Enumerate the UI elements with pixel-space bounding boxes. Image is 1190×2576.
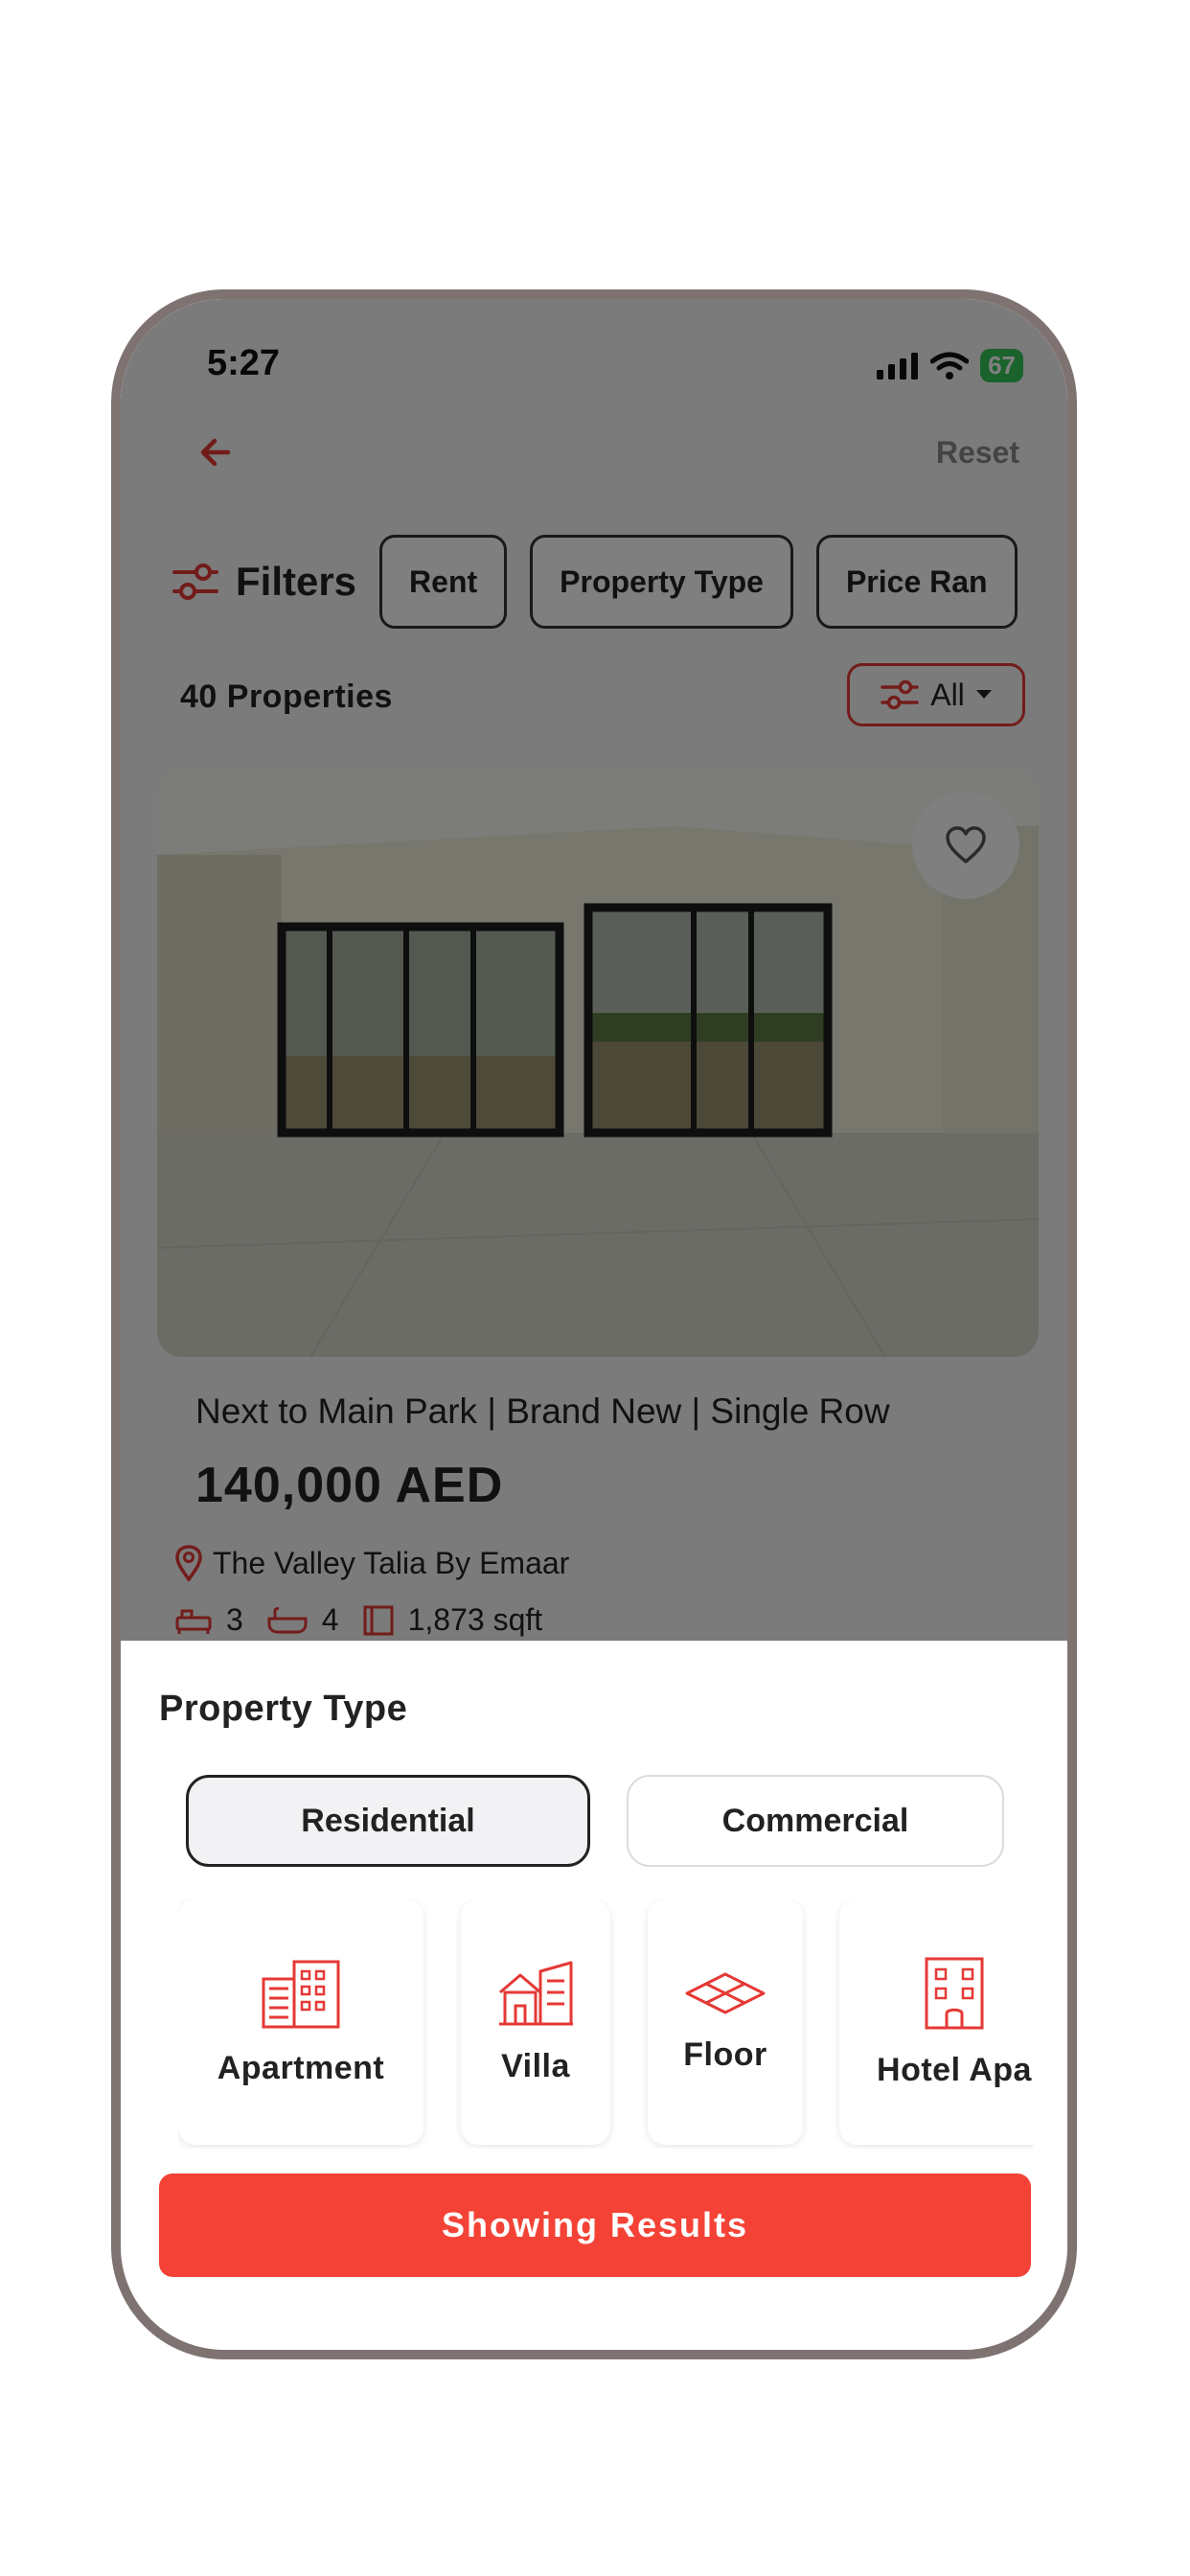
- property-type-list: Apartment Villa Floor Hotel Apa: [178, 1899, 1033, 2149]
- hotel-apartment-icon: [925, 1957, 984, 2029]
- phone-frame: 5:27 67 Reset: [111, 289, 1077, 2359]
- type-hotel-apartment[interactable]: Hotel Apa: [839, 1899, 1033, 2145]
- segment-residential[interactable]: Residential: [186, 1775, 590, 1867]
- type-villa[interactable]: Villa: [461, 1899, 610, 2145]
- showing-results-button[interactable]: Showing Results: [159, 2174, 1031, 2277]
- type-floor[interactable]: Floor: [648, 1899, 803, 2145]
- screen: 5:27 67 Reset: [121, 299, 1067, 2350]
- segment-commercial[interactable]: Commercial: [627, 1775, 1004, 1867]
- floor-icon: [685, 1972, 766, 2013]
- type-label: Villa: [501, 2047, 570, 2084]
- property-type-sheet: Property Type Residential Commercial Apa…: [121, 1641, 1067, 2350]
- type-label: Hotel Apa: [877, 2051, 1032, 2088]
- type-label: Floor: [683, 2036, 767, 2073]
- sheet-title: Property Type: [159, 1689, 408, 1729]
- type-label: Apartment: [217, 2049, 385, 2086]
- type-apartment[interactable]: Apartment: [178, 1899, 423, 2145]
- villa-icon: [499, 1961, 573, 2025]
- apartment-icon: [262, 1960, 340, 2028]
